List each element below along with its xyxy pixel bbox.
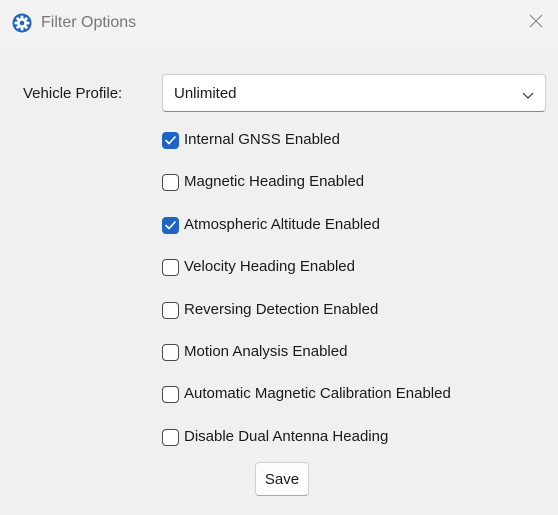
option-label: Atmospheric Altitude Enabled: [184, 216, 380, 233]
option-magnetic-heading-enabled[interactable]: Magnetic Heading Enabled: [162, 171, 364, 193]
checkbox[interactable]: [162, 216, 179, 234]
checkmark-icon: [165, 135, 176, 144]
checkbox[interactable]: [162, 343, 179, 361]
option-atmospheric-altitude-enabled[interactable]: Atmospheric Altitude Enabled: [162, 214, 380, 236]
filter-options-dialog: Filter Options Vehicle Profile: Unlimite…: [0, 0, 558, 515]
vehicle-profile-value: Unlimited: [174, 85, 237, 102]
vehicle-profile-label: Vehicle Profile:: [23, 85, 123, 102]
save-button[interactable]: Save: [255, 462, 309, 496]
checkbox[interactable]: [162, 258, 179, 276]
vehicle-profile-select[interactable]: Unlimited: [162, 74, 546, 112]
checkmark-icon: [165, 220, 176, 229]
checkbox[interactable]: [162, 385, 179, 403]
checkbox[interactable]: [162, 301, 179, 319]
option-label: Velocity Heading Enabled: [184, 258, 355, 275]
option-reversing-detection-enabled[interactable]: Reversing Detection Enabled: [162, 299, 378, 321]
option-label: Internal GNSS Enabled: [184, 131, 340, 148]
option-disable-dual-antenna-heading[interactable]: Disable Dual Antenna Heading: [162, 426, 388, 448]
gear-icon: [12, 13, 32, 33]
checkbox[interactable]: [162, 428, 179, 446]
option-label: Automatic Magnetic Calibration Enabled: [184, 385, 451, 402]
checkbox[interactable]: [162, 173, 179, 191]
window-title: Filter Options: [41, 14, 137, 31]
chevron-down-icon: [521, 88, 535, 100]
option-internal-gnss-enabled[interactable]: Internal GNSS Enabled: [162, 129, 340, 151]
checkbox[interactable]: [162, 131, 179, 149]
option-label: Reversing Detection Enabled: [184, 301, 379, 318]
option-label: Disable Dual Antenna Heading: [184, 428, 389, 445]
option-motion-analysis-enabled[interactable]: Motion Analysis Enabled: [162, 341, 347, 363]
title-bar: Filter Options: [0, 0, 558, 48]
option-velocity-heading-enabled[interactable]: Velocity Heading Enabled: [162, 256, 355, 278]
close-button[interactable]: [522, 9, 550, 37]
close-icon: [529, 14, 543, 33]
option-label: Motion Analysis Enabled: [184, 343, 348, 360]
option-automatic-magnetic-calibration-enabled[interactable]: Automatic Magnetic Calibration Enabled: [162, 383, 451, 405]
option-label: Magnetic Heading Enabled: [184, 173, 365, 190]
